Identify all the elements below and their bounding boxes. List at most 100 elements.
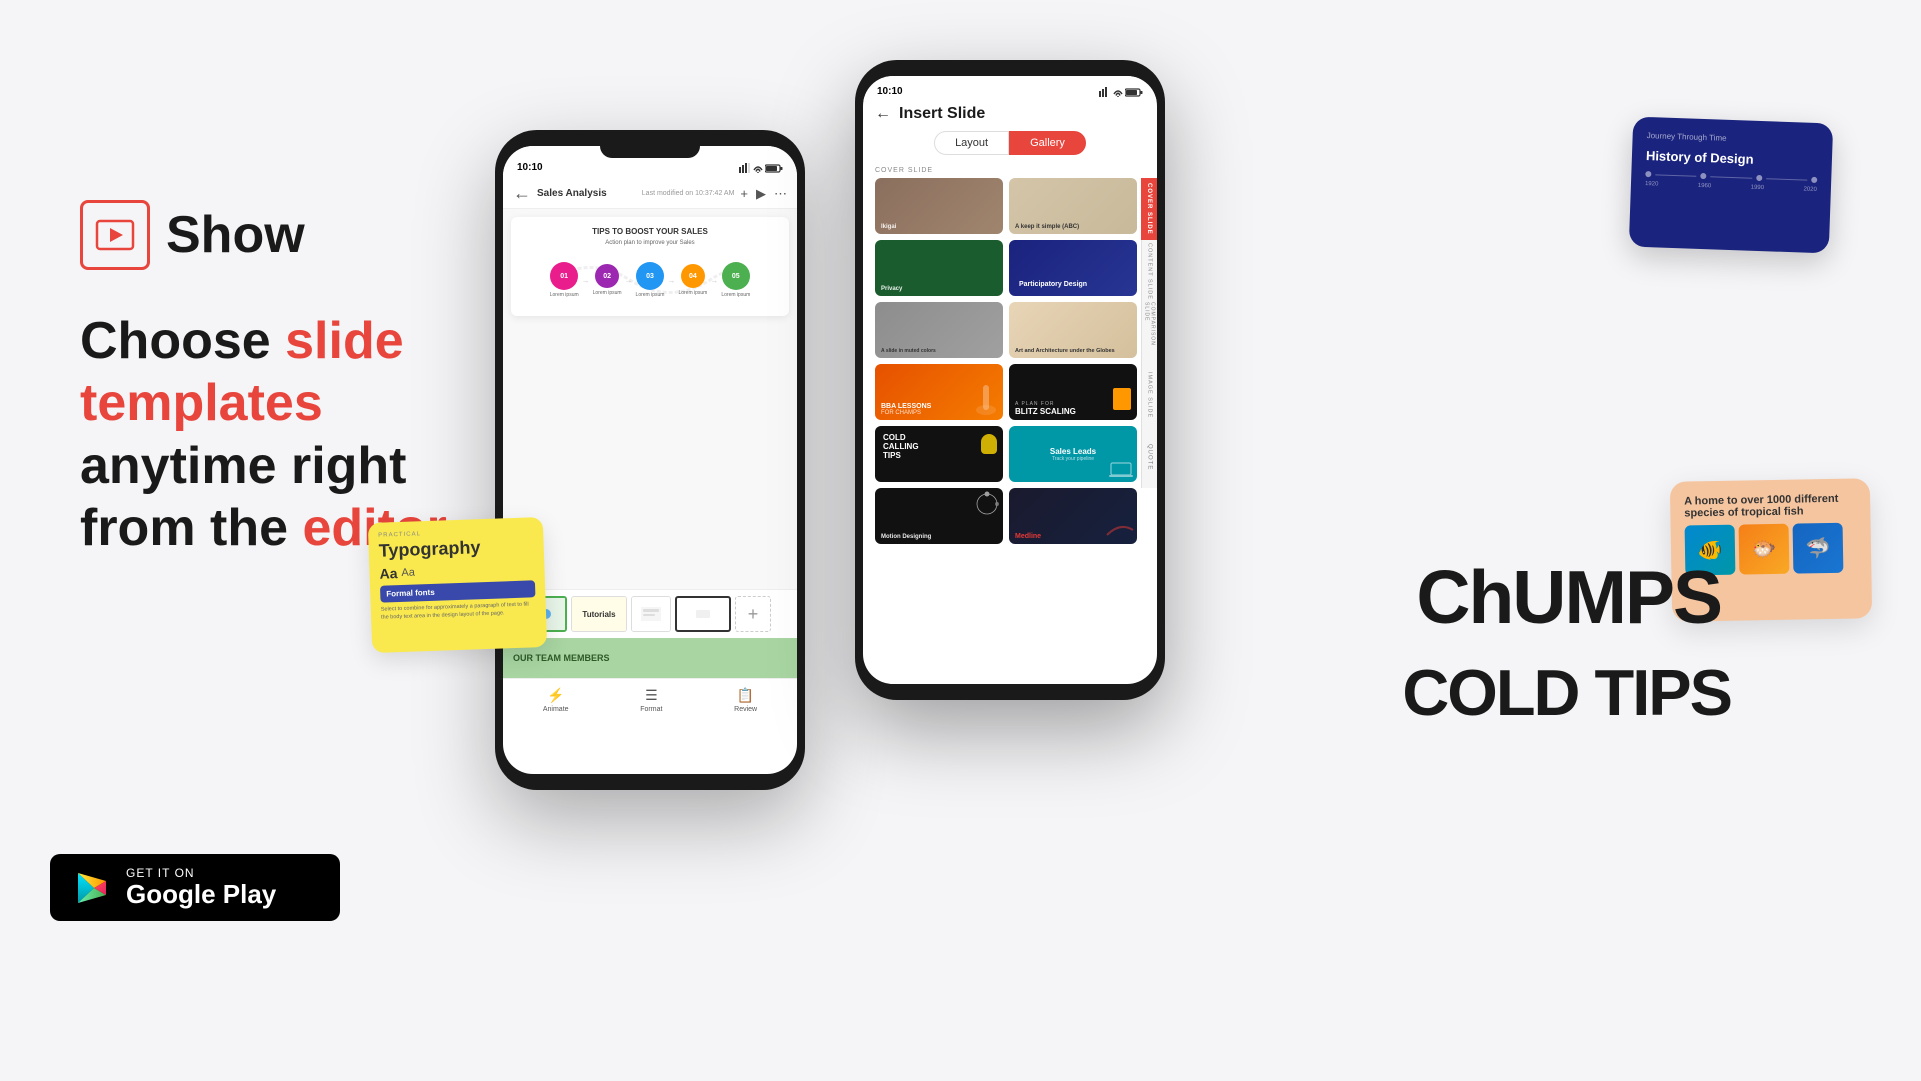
cover-slide-section: COVER SLIDE COVER SLIDE Ikigai A keep it… [863,163,1157,550]
review-icon: 📋 [737,687,754,704]
timeline-dot-1 [1645,171,1651,177]
quote-section: QUOTE COLD CALLING TIPS [863,426,1157,488]
phone1-slide-preview: TIPS TO BOOST YOUR SALES Action plan to … [511,217,789,316]
phone2-back-button[interactable]: ← [875,105,891,123]
blitz-icon [1113,388,1131,410]
infographic-flow: 01 Lorem ipsum → 02 Lorem ipsum → 03 Lor… [521,254,779,306]
slide-thumb-7[interactable]: BBA LESSONS FOR CHAMPS [875,364,1003,420]
bba-text: BBA LESSONS FOR CHAMPS [881,403,931,416]
review-label: Review [734,706,757,713]
slide-thumb-9[interactable]: COLD CALLING TIPS [875,426,1003,482]
phone1-toolbar-icons: + ▶ ⋯ [740,186,787,202]
timeline-dot-2 [1701,173,1707,179]
year-labels: 1920 1960 1990 2020 [1645,181,1817,193]
phone1-back-button[interactable]: ← [513,183,531,204]
typography-content: PRACTICAL Typography Aa Aa Formal fonts … [378,527,536,622]
quote-side-label: QUOTE [1141,426,1157,488]
phone1-doc-title: Sales Analysis [537,188,636,199]
image-slide-grid: BBA LESSONS FOR CHAMPS A plan for [863,364,1157,426]
play-icon[interactable]: ▶ [756,186,766,202]
fish-card-title: A home to over 1000 different species of… [1684,493,1856,520]
team-members-card: OUR TEAM MEMBERS [503,638,797,678]
gallery-tab[interactable]: Gallery [1009,131,1086,155]
thumb-add-button[interactable]: + [735,596,771,632]
google-play-icon [74,869,112,907]
animate-icon: ⚡ [547,687,564,704]
slide-title: TIPS TO BOOST YOUR SALES [521,227,779,236]
google-play-label: Google Play [126,880,276,909]
phone2-signal-icons [1099,87,1143,97]
journey-title: History of Design [1646,148,1818,169]
format-icon: ☰ [645,687,658,704]
quote-grid: COLD CALLING TIPS Sales Leads Track your… [863,426,1157,488]
cold-tips-big-text: COLD TIPS [1402,660,1731,725]
bubble-2: 02 [595,264,619,288]
journey-card: Journey Through Time History of Design 1… [1629,117,1833,254]
cover-slide-side-label: COVER SLIDE [1141,178,1157,240]
slide-thumb-12[interactable]: Medline [1009,488,1137,544]
phone2-status-bar: 10:10 [863,76,1157,101]
review-tab[interactable]: 📋 Review [734,687,757,713]
mic-icon [981,434,997,454]
last-row-grid: Motion Designing Medline [863,488,1157,550]
slide-grid-wrapper: COVER SLIDE Ikigai A keep it simple (ABC… [863,178,1157,240]
typography-title-text: Typography [378,535,534,561]
slide-thumb-3[interactable]: Privacy [875,240,1003,296]
cover-slide-grid: Ikigai A keep it simple (ABC) [863,178,1157,240]
bubble-text-2: Lorem ipsum [593,290,622,296]
thumb-empty-selected[interactable] [675,596,731,632]
sales-leads-content: Sales Leads Track your pipeline [1050,447,1096,462]
thumb-2[interactable]: Tutorials [571,596,627,632]
format-label: Format [640,706,662,713]
phone1-screen: 10:10 ← Sales Analysis Last modified on … [503,146,797,774]
slide-thumb-5[interactable]: A slide in muted colors [875,302,1003,358]
bubble-text-3: Lorem ipsum [636,292,665,298]
slide-label-3: Privacy [881,286,902,292]
slide-label-6: Art and Architecture under the Globes [1015,348,1115,354]
add-icon[interactable]: + [740,186,748,202]
bubble-5: 05 [722,262,750,290]
content-slide-grid: Privacy Participatory Design [863,240,1157,302]
slide-label-5: A slide in muted colors [881,348,936,354]
image-slide-side-label: IMAGE SLIDE [1141,364,1157,426]
slide-label-12: Medline [1015,533,1041,540]
headline-choose: Choose [80,312,285,370]
champs-text-area: ChUMPS [1416,560,1721,635]
champs-big-text: ChUMPS [1416,560,1721,635]
phone2-time: 10:10 [877,86,903,97]
slide-thumb-2[interactable]: A keep it simple (ABC) [1009,178,1137,234]
google-play-text: GET IT ON Google Play [126,866,276,909]
logo-text: Show [166,205,305,265]
slide-thumb-6[interactable]: Art and Architecture under the Globes [1009,302,1137,358]
slide-thumb-11[interactable]: Motion Designing [875,488,1003,544]
share-icon[interactable]: ⋯ [774,186,787,202]
typography-body-text: Select to combine for approximately a pa… [381,601,536,622]
cover-slide-label: COVER SLIDE [863,163,1157,178]
phone1-signal-icons [739,163,783,173]
aa-icons: Aa Aa [379,560,534,581]
flow-item-1: 01 Lorem ipsum [550,262,579,298]
slide-thumb-10[interactable]: Sales Leads Track your pipeline [1009,426,1137,482]
slide-thumb-4[interactable]: Participatory Design [1009,240,1137,296]
phone1-device: 10:10 ← Sales Analysis Last modified on … [495,130,805,790]
timeline-dot-4 [1811,177,1817,183]
phone2-screen: 10:10 ← Insert Slide Layout Gallery COVE… [863,76,1157,684]
flow-item-3: 03 Lorem ipsum [636,262,665,298]
animate-label: Animate [543,706,569,713]
phone1-thumbnail-strip[interactable]: Tutorials + [503,589,797,638]
format-tab[interactable]: ☰ Format [640,687,662,713]
layout-tab[interactable]: Layout [934,131,1009,155]
get-it-on-label: GET IT ON [126,866,276,880]
animate-tab[interactable]: ⚡ Animate [543,687,569,713]
slide-thumb-8[interactable]: A plan for BLITZ SCALING [1009,364,1137,420]
cold-tips-text-area: COLD TIPS [1402,660,1731,725]
google-play-button[interactable]: GET IT ON Google Play [50,854,340,921]
bubble-text-4: Lorem ipsum [678,290,707,296]
bubble-1: 01 [550,262,578,290]
phone1-time: 10:10 [517,162,543,173]
bubble-3: 03 [636,262,664,290]
slide-thumb-1[interactable]: Ikigai [875,178,1003,234]
thumb-3[interactable] [631,596,671,632]
slide-label-2: A keep it simple (ABC) [1015,224,1079,230]
slide-label-1: Ikigai [881,224,896,230]
